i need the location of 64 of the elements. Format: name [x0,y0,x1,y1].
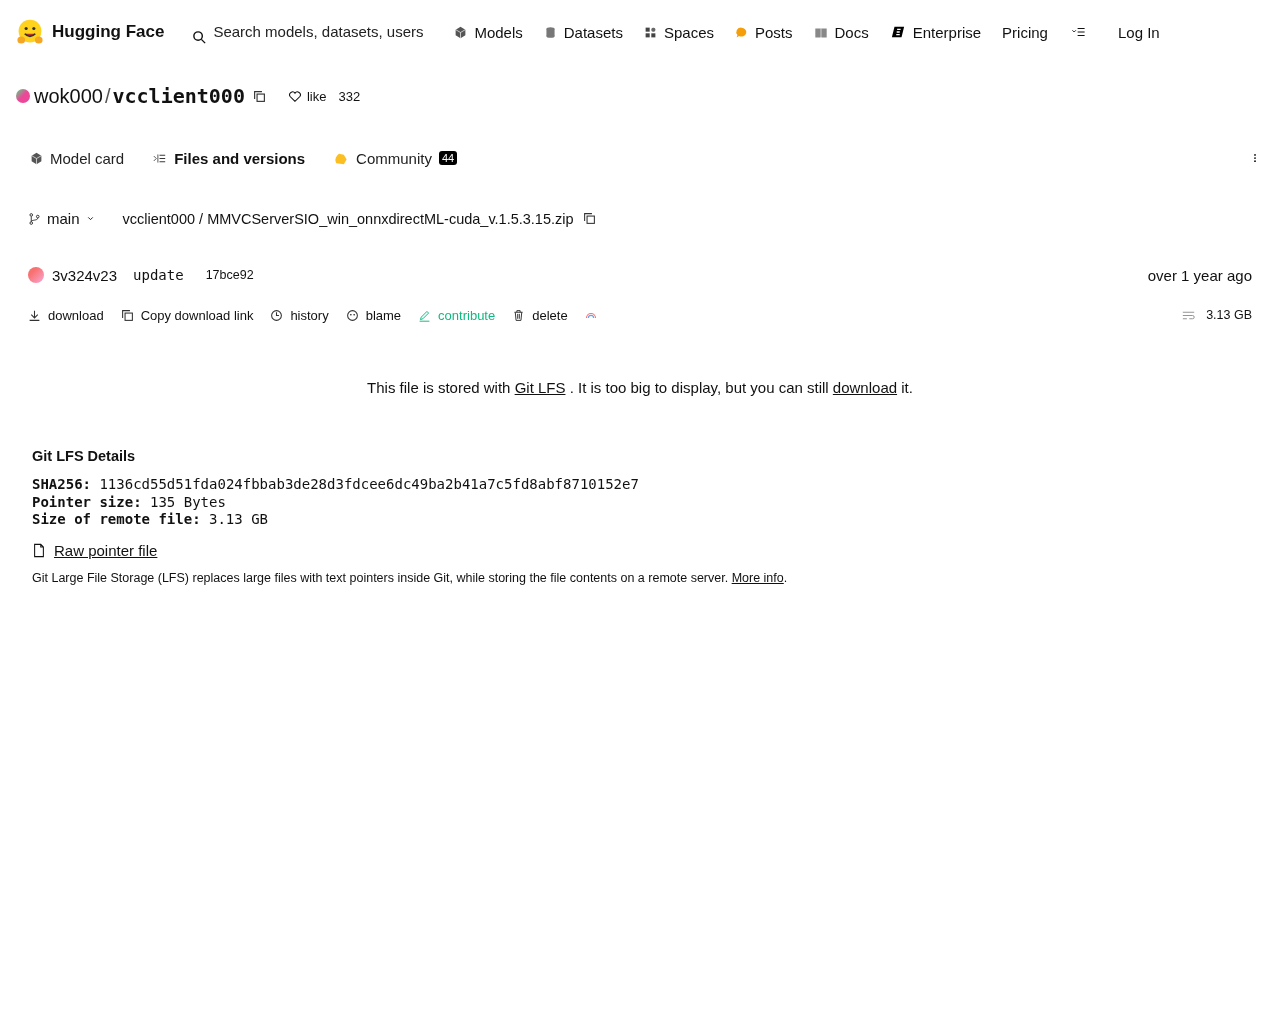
file-size: 3.13 GB [1206,308,1252,322]
cube-icon [30,151,43,165]
nav-link[interactable]: Enterprise [889,23,982,41]
download-icon [28,308,41,322]
nav-link[interactable]: Docs [813,23,869,41]
heart-icon [287,89,302,103]
file-action-link[interactable]: Copy download link [120,307,254,323]
nav-link[interactable]: Spaces [643,23,714,41]
grid-icon [643,25,657,39]
lfs-detail-line: SHA256: 1136cd55d51fda024fbbab3de28d3fdcee6dc49ba2b41a7c5fd8abf8710152e7 [32,476,640,494]
path-separator: / [104,84,111,108]
trash-icon [512,308,526,322]
nav-link[interactable]: Models [454,23,523,41]
face-icon [345,308,359,322]
repo-name[interactable]: vcclient000 [112,84,245,108]
search-icon [192,29,208,45]
file-icon [32,542,46,558]
commit-time: over 1 year ago [1147,266,1252,284]
cube-icon [454,25,468,39]
file-action-link[interactable]: history [270,307,329,323]
commit-hash[interactable]: 17bce92 [205,268,254,282]
inline-link[interactable]: download [832,379,898,396]
tab[interactable]: Community 44 [333,143,458,173]
file-action-link[interactable]: delete [512,307,568,323]
chevron-down-icon [85,214,95,223]
avatar [28,267,44,283]
section-heading: Git LFS Details [32,448,137,464]
pencil-icon [418,308,432,322]
database-icon [543,25,557,39]
list-icon [152,151,168,165]
nav-link[interactable]: Posts [735,23,793,41]
lfs-detail-line: Size of remote file: 3.13 GB [32,511,269,529]
e-logo-icon [889,25,906,39]
inline-link[interactable]: Git LFS [514,379,566,396]
tab[interactable]: Files and versions [152,143,306,173]
file-action-link[interactable]: download [28,307,104,323]
lfs-description: Git Large File Storage (LFS) replaces large files with text pointers inside Git, while storing the file contents on a remote server. More info. [32,570,789,585]
nav-link[interactable]: Pricing [1002,23,1048,41]
brand-name[interactable]: Hugging Face [52,22,165,42]
copy-icon [582,212,596,225]
count-badge: 44 [438,151,458,165]
commit-message[interactable]: update [133,267,184,283]
branch-selector[interactable]: main [28,210,95,227]
lfs-notice: This file is stored with Git LFS . It is too big to display, but you can still download it. [366,379,914,396]
copy-icon [252,89,266,103]
chat-bubble-icon [735,25,748,39]
smiley-face-logo-icon [16,18,44,46]
branch-icon [28,211,41,226]
commit-author[interactable]: 3v324v23 [52,266,118,284]
inline-link[interactable]: More info [731,570,784,585]
clock-icon [270,308,284,322]
lfs-detail-line: Pointer size: 135 Bytes [32,493,227,511]
tab[interactable]: Model card [30,143,125,173]
file-path: vcclient000 / MMVCServerSIO_win_onnxdirectML-cuda_v.1.5.3.15.zip [122,210,574,227]
copy-icon [120,308,134,322]
nav-link[interactable]: Datasets [543,23,623,41]
raw-pointer-link[interactable]: Raw pointer file [54,541,158,559]
avatar [16,89,30,103]
like-count[interactable]: 332 [338,88,361,104]
repo-owner[interactable]: wok000 [34,84,103,108]
like-button[interactable]: like [287,88,327,104]
login-link[interactable]: Log In [1117,23,1160,41]
file-action-link[interactable]: blame [345,307,402,323]
book-icon [813,25,828,39]
